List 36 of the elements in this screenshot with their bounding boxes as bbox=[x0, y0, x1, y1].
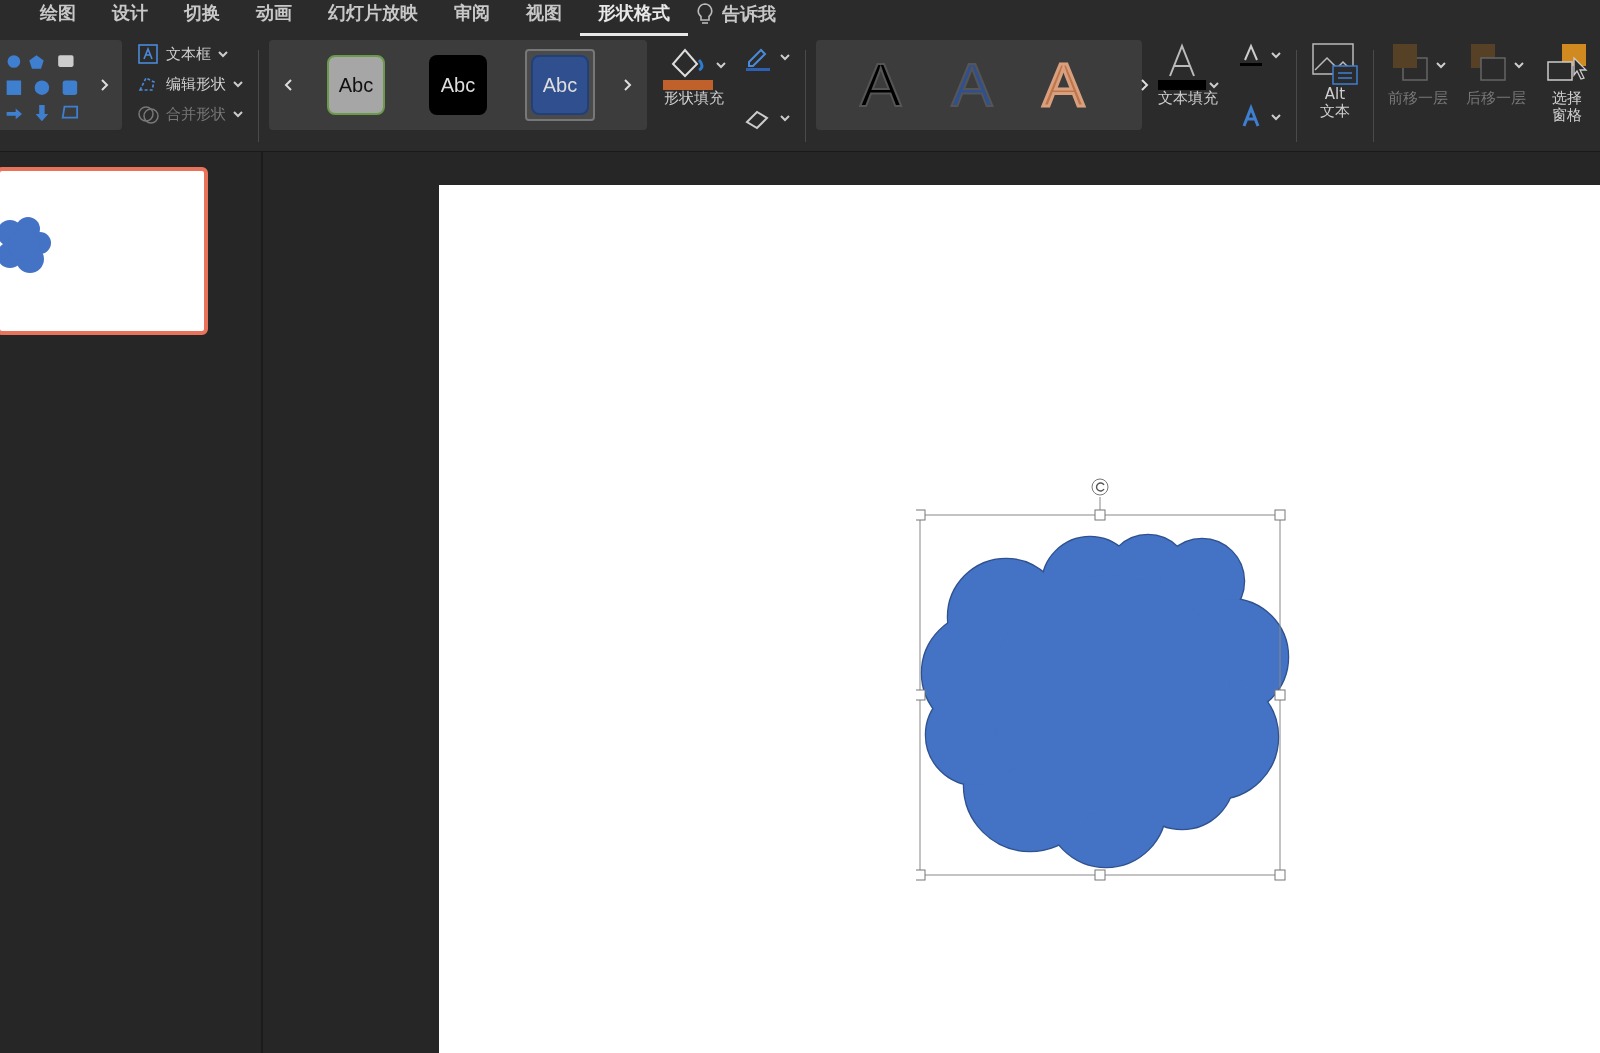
shape-style-button[interactable]: Abc bbox=[531, 55, 589, 115]
rotate-handle-icon[interactable] bbox=[1091, 478, 1109, 496]
text-box-icon bbox=[136, 42, 160, 66]
ribbon-tab[interactable]: 动画 bbox=[238, 0, 310, 36]
text-fill-button[interactable]: 文本填充 bbox=[1152, 40, 1224, 108]
cloud-icon bbox=[0, 215, 52, 275]
caret-icon bbox=[715, 60, 727, 70]
caret-icon bbox=[1435, 60, 1447, 70]
caret-icon bbox=[217, 49, 229, 59]
ribbon-command-button[interactable]: 编辑形状 bbox=[132, 70, 248, 98]
caret-icon bbox=[1513, 60, 1525, 70]
ribbon-tab[interactable]: 绘图 bbox=[22, 0, 94, 36]
ribbon-command-button[interactable]: 文本框 bbox=[132, 40, 248, 68]
ribbon-tab[interactable]: 视图 bbox=[508, 0, 580, 36]
caret-icon bbox=[1208, 80, 1220, 90]
ribbon-tab[interactable]: 幻灯片放映 bbox=[310, 0, 436, 36]
caret-icon bbox=[1270, 112, 1282, 122]
wordart-style-button[interactable]: A bbox=[1042, 54, 1085, 116]
image-icon bbox=[1311, 40, 1359, 86]
shape-style-button[interactable]: Abc bbox=[429, 55, 487, 115]
alt-text-button[interactable]: Alt 文本 bbox=[1307, 40, 1363, 121]
text-outline-icon bbox=[1238, 42, 1264, 68]
ribbon-tab[interactable]: 切换 bbox=[166, 0, 238, 36]
lightbulb-icon bbox=[696, 1, 714, 26]
tell-me-search[interactable]: 告诉我 bbox=[722, 0, 776, 27]
shape-fill-button[interactable]: 形状填充 bbox=[657, 40, 731, 132]
arrange-button[interactable]: 选择 窗格 bbox=[1540, 40, 1594, 125]
caret-icon bbox=[1270, 50, 1282, 60]
ribbon-tab[interactable]: 审阅 bbox=[436, 0, 508, 36]
caret-icon bbox=[232, 109, 244, 119]
caret-icon bbox=[779, 52, 791, 62]
caret-icon bbox=[232, 79, 244, 89]
caret-icon bbox=[779, 113, 791, 123]
shape-style-button[interactable]: Abc bbox=[327, 55, 385, 115]
slide-thumbnail[interactable] bbox=[0, 167, 208, 335]
ribbon-tab[interactable]: 设计 bbox=[94, 0, 166, 36]
